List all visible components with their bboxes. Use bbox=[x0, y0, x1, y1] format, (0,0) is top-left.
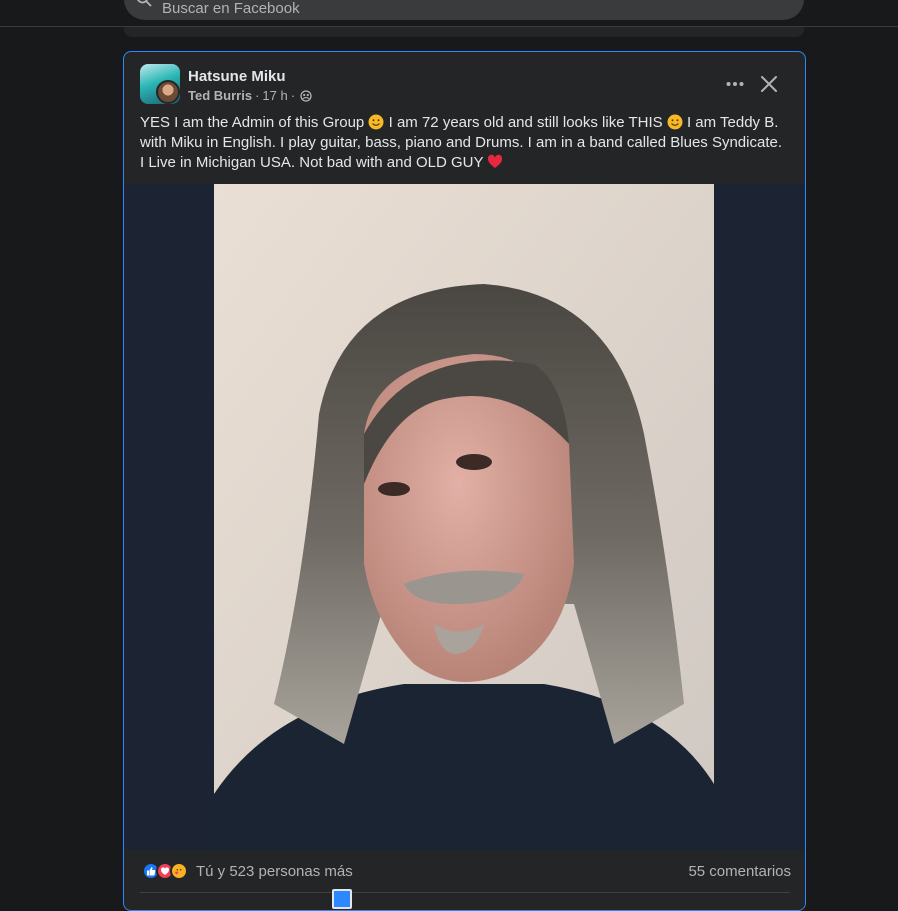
search-input[interactable] bbox=[162, 0, 762, 17]
reactions-text[interactable]: Tú y 523 personas más bbox=[196, 863, 353, 880]
privacy-group-icon[interactable] bbox=[300, 89, 312, 102]
search-icon bbox=[137, 0, 152, 7]
group-name-link[interactable]: Hatsune Miku bbox=[188, 68, 286, 85]
post-text-part: YES I am the Admin of this Group bbox=[140, 114, 369, 131]
author-avatar[interactable] bbox=[156, 80, 180, 104]
meta-separator: · bbox=[255, 88, 260, 103]
close-post-button[interactable] bbox=[753, 68, 785, 100]
post-time-link[interactable]: 17 h bbox=[262, 88, 287, 103]
smile-emoji-icon bbox=[667, 114, 683, 130]
meta-separator: · bbox=[290, 88, 296, 103]
reactions-summary[interactable]: Tú y 523 personas más bbox=[142, 862, 353, 880]
red-heart-emoji-icon bbox=[488, 154, 503, 168]
top-bar bbox=[0, 0, 898, 27]
post-photo[interactable] bbox=[214, 184, 714, 850]
smile-emoji-icon bbox=[368, 114, 384, 130]
care-icon bbox=[170, 862, 188, 880]
previous-post-card bbox=[124, 27, 804, 37]
group-avatar[interactable] bbox=[140, 64, 180, 104]
post-photo-container[interactable] bbox=[124, 184, 805, 850]
close-icon bbox=[761, 76, 777, 92]
more-dots-icon bbox=[726, 82, 744, 86]
author-name-link[interactable]: Ted Burris bbox=[188, 88, 252, 103]
post-meta: Ted Burris · 17 h · bbox=[188, 88, 312, 103]
comments-count-link[interactable]: 55 comentarios bbox=[688, 863, 791, 880]
post-footer: Tú y 523 personas más 55 comentarios bbox=[124, 850, 805, 910]
footer-divider bbox=[140, 892, 790, 893]
post-text: YES I am the Admin of this Group I am 72… bbox=[140, 113, 790, 173]
post-card: Hatsune Miku Ted Burris · 17 h · YES I a… bbox=[123, 51, 806, 911]
more-options-button[interactable] bbox=[721, 70, 749, 98]
post-text-part: I am 72 years old and still looks like T… bbox=[384, 114, 667, 131]
search-bar[interactable] bbox=[124, 0, 804, 20]
focus-indicator bbox=[332, 889, 352, 909]
